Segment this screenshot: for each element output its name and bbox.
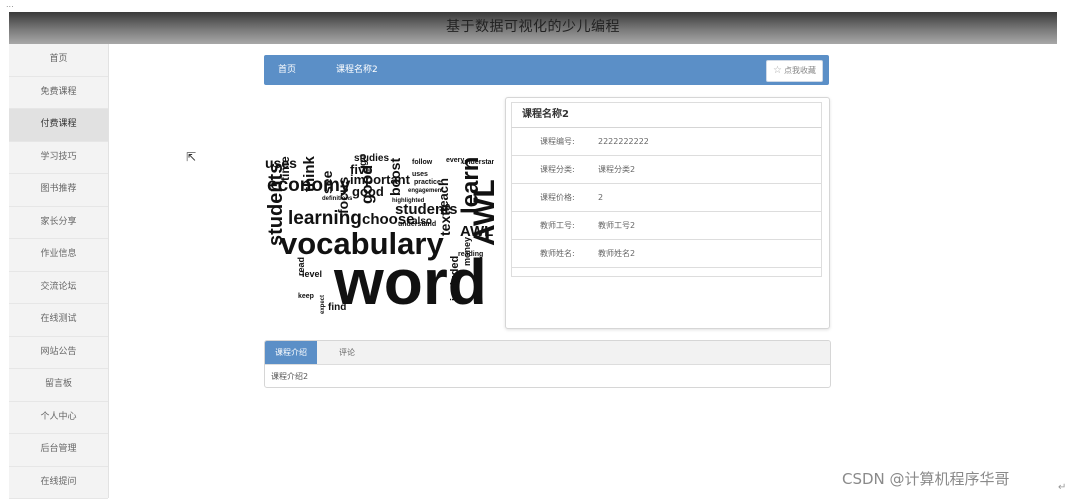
course-cover-word-cloud: uses economy learning vocabulary word ch…	[262, 96, 494, 328]
sidebar-item-forum[interactable]: 交流论坛	[9, 272, 108, 305]
sidebar-item-personal-center[interactable]: 个人中心	[9, 402, 108, 435]
cloud-word: money	[462, 237, 472, 266]
watermark: CSDN @计算机程序华哥	[842, 468, 1010, 489]
info-panel-footer	[511, 268, 822, 277]
info-value: 课程分类2	[598, 156, 635, 183]
info-row-teacher-name: 教师姓名: 教师姓名2	[511, 240, 822, 268]
breadcrumb-current: 课程名称2	[336, 55, 378, 85]
cloud-word: keep	[298, 293, 314, 300]
cloud-word: highlighted	[392, 198, 425, 204]
info-value: 教师工号2	[598, 212, 635, 239]
cloud-word: see	[319, 170, 335, 194]
info-label: 课程分类:	[540, 156, 575, 183]
breadcrumb: 首页 课程名称2 ☆点我收藏	[264, 55, 829, 85]
sidebar-item-paid-courses[interactable]: 付费课程	[9, 109, 108, 142]
favorite-button-label: 点我收藏	[784, 66, 816, 75]
sidebar-item-message-board[interactable]: 留言板	[9, 369, 108, 402]
cloud-word: read	[296, 257, 306, 276]
info-value: 2	[598, 184, 603, 211]
word-cloud-svg: uses economy learning vocabulary word ch…	[262, 96, 494, 328]
info-row-teacher-id: 教师工号: 教师工号2	[511, 212, 822, 240]
cloud-word: understand	[398, 221, 436, 228]
tab-comments[interactable]: 评论	[329, 341, 365, 364]
cloud-word: texts	[437, 203, 453, 236]
course-title: 课程名称2	[511, 102, 822, 128]
course-info-panel: 课程名称2 课程编号: 2222222222 课程分类: 课程分类2 课程价格:…	[505, 97, 830, 329]
sidebar-item-free-courses[interactable]: 免费课程	[9, 77, 108, 110]
cloud-word: think	[301, 156, 318, 192]
sidebar-item-admin[interactable]: 后台管理	[9, 434, 108, 467]
sidebar-item-parent-share[interactable]: 家长分享	[9, 207, 108, 240]
sidebar-item-online-question[interactable]: 在线提问	[9, 467, 108, 499]
sidebar-item-homework[interactable]: 作业信息	[9, 239, 108, 272]
cloud-word: find	[328, 302, 346, 313]
cloud-word: time	[278, 156, 292, 181]
sidebar: 首页 免费课程 付费课程 学习技巧 图书推荐 家长分享 作业信息 交流论坛 在线…	[9, 44, 109, 498]
mouse-cursor-icon: ⇱	[186, 150, 196, 164]
sidebar-item-home[interactable]: 首页	[9, 44, 108, 77]
cloud-word: AWL	[468, 179, 494, 246]
info-label: 教师工号:	[540, 212, 575, 239]
info-label: 课程价格:	[540, 184, 575, 211]
info-row-category: 课程分类: 课程分类2	[511, 156, 822, 184]
info-label: 教师姓名:	[540, 240, 575, 267]
cloud-word: included	[449, 256, 461, 301]
return-icon: ↵	[1058, 482, 1066, 493]
tab-bar: 课程介绍 评论	[265, 341, 830, 365]
sidebar-item-online-test[interactable]: 在线测试	[9, 304, 108, 337]
info-label: 课程编号:	[540, 128, 575, 155]
info-row-course-id: 课程编号: 2222222222	[511, 128, 822, 156]
course-tabs: 课程介绍 评论 课程介绍2	[264, 340, 831, 388]
site-title: 基于数据可视化的少儿编程	[446, 19, 620, 35]
cloud-word: go	[358, 154, 369, 166]
site-header: 基于数据可视化的少儿编程	[9, 12, 1057, 44]
cloud-word: good	[359, 165, 376, 204]
tab-course-intro[interactable]: 课程介绍	[265, 341, 317, 364]
favorite-button[interactable]: ☆点我收藏	[766, 60, 823, 82]
star-icon: ☆	[773, 65, 782, 76]
cloud-word: boost	[387, 158, 403, 196]
sidebar-item-study-tips[interactable]: 学习技巧	[9, 142, 108, 175]
breadcrumb-home[interactable]: 首页	[278, 55, 296, 85]
info-value: 2222222222	[598, 128, 649, 155]
sidebar-item-book-recommend[interactable]: 图书推荐	[9, 174, 108, 207]
sidebar-item-announcements[interactable]: 网站公告	[9, 337, 108, 370]
cloud-word: focus	[335, 176, 351, 214]
info-value: 教师姓名2	[598, 240, 635, 267]
cloud-word: uses	[412, 171, 428, 178]
top-strip-text: ...	[6, 0, 14, 9]
cloud-word: follow	[412, 159, 433, 166]
tab-content: 课程介绍2	[271, 367, 308, 387]
top-strip: ...	[0, 0, 1069, 12]
cloud-word: expect	[320, 295, 326, 314]
info-row-price: 课程价格: 2	[511, 184, 822, 212]
